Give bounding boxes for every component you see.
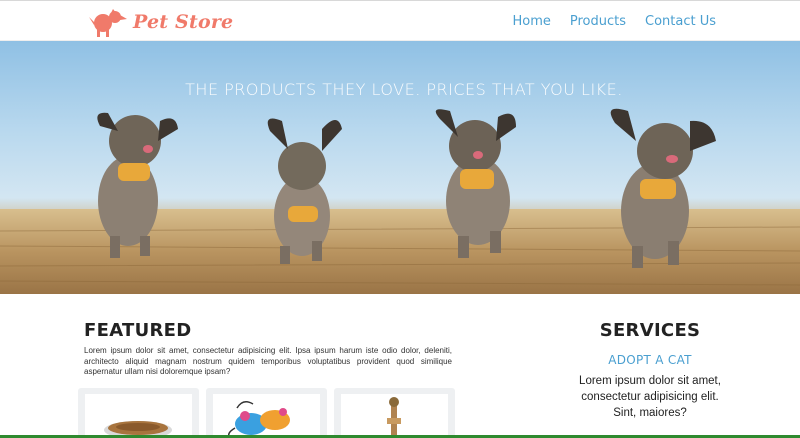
hero-running-dogs-image [0, 108, 800, 294]
product-card[interactable] [78, 388, 199, 438]
nav-home-link[interactable]: Home [512, 14, 550, 29]
featured-description: Lorem ipsum dolor sit amet, consectetur … [84, 346, 452, 376]
rope-toy-icon [387, 397, 401, 438]
adopt-a-cat-link[interactable]: ADOPT A CAT [560, 353, 740, 367]
services-description: Lorem ipsum dolor sit amet, consectetur … [579, 375, 721, 419]
toy-mice-icon [228, 401, 290, 438]
nav-products-link[interactable]: Products [570, 14, 626, 29]
product-image [85, 394, 192, 438]
main-nav: Home Products Contact Us [493, 1, 716, 42]
product-card[interactable] [206, 388, 327, 438]
hero-tagline: THE PRODUCTS THEY LOVE. PRICES THAT YOU … [185, 80, 623, 99]
brand-logo-link[interactable]: Pet Store [89, 5, 233, 39]
featured-product-cards [78, 388, 462, 438]
top-navbar: Pet Store Home Products Contact Us [0, 0, 800, 41]
services-heading: SERVICES [599, 320, 701, 341]
pet-food-bowl-icon [104, 421, 172, 438]
nav-contact-link[interactable]: Contact Us [645, 14, 716, 29]
brand-name: Pet Store [133, 11, 234, 33]
product-card[interactable] [334, 388, 455, 438]
dog-logo-icon [89, 9, 127, 37]
hero-banner: THE PRODUCTS THEY LOVE. PRICES THAT YOU … [0, 41, 800, 294]
featured-heading: FEATURED [84, 320, 192, 341]
product-image [213, 394, 320, 438]
product-image [341, 394, 448, 438]
